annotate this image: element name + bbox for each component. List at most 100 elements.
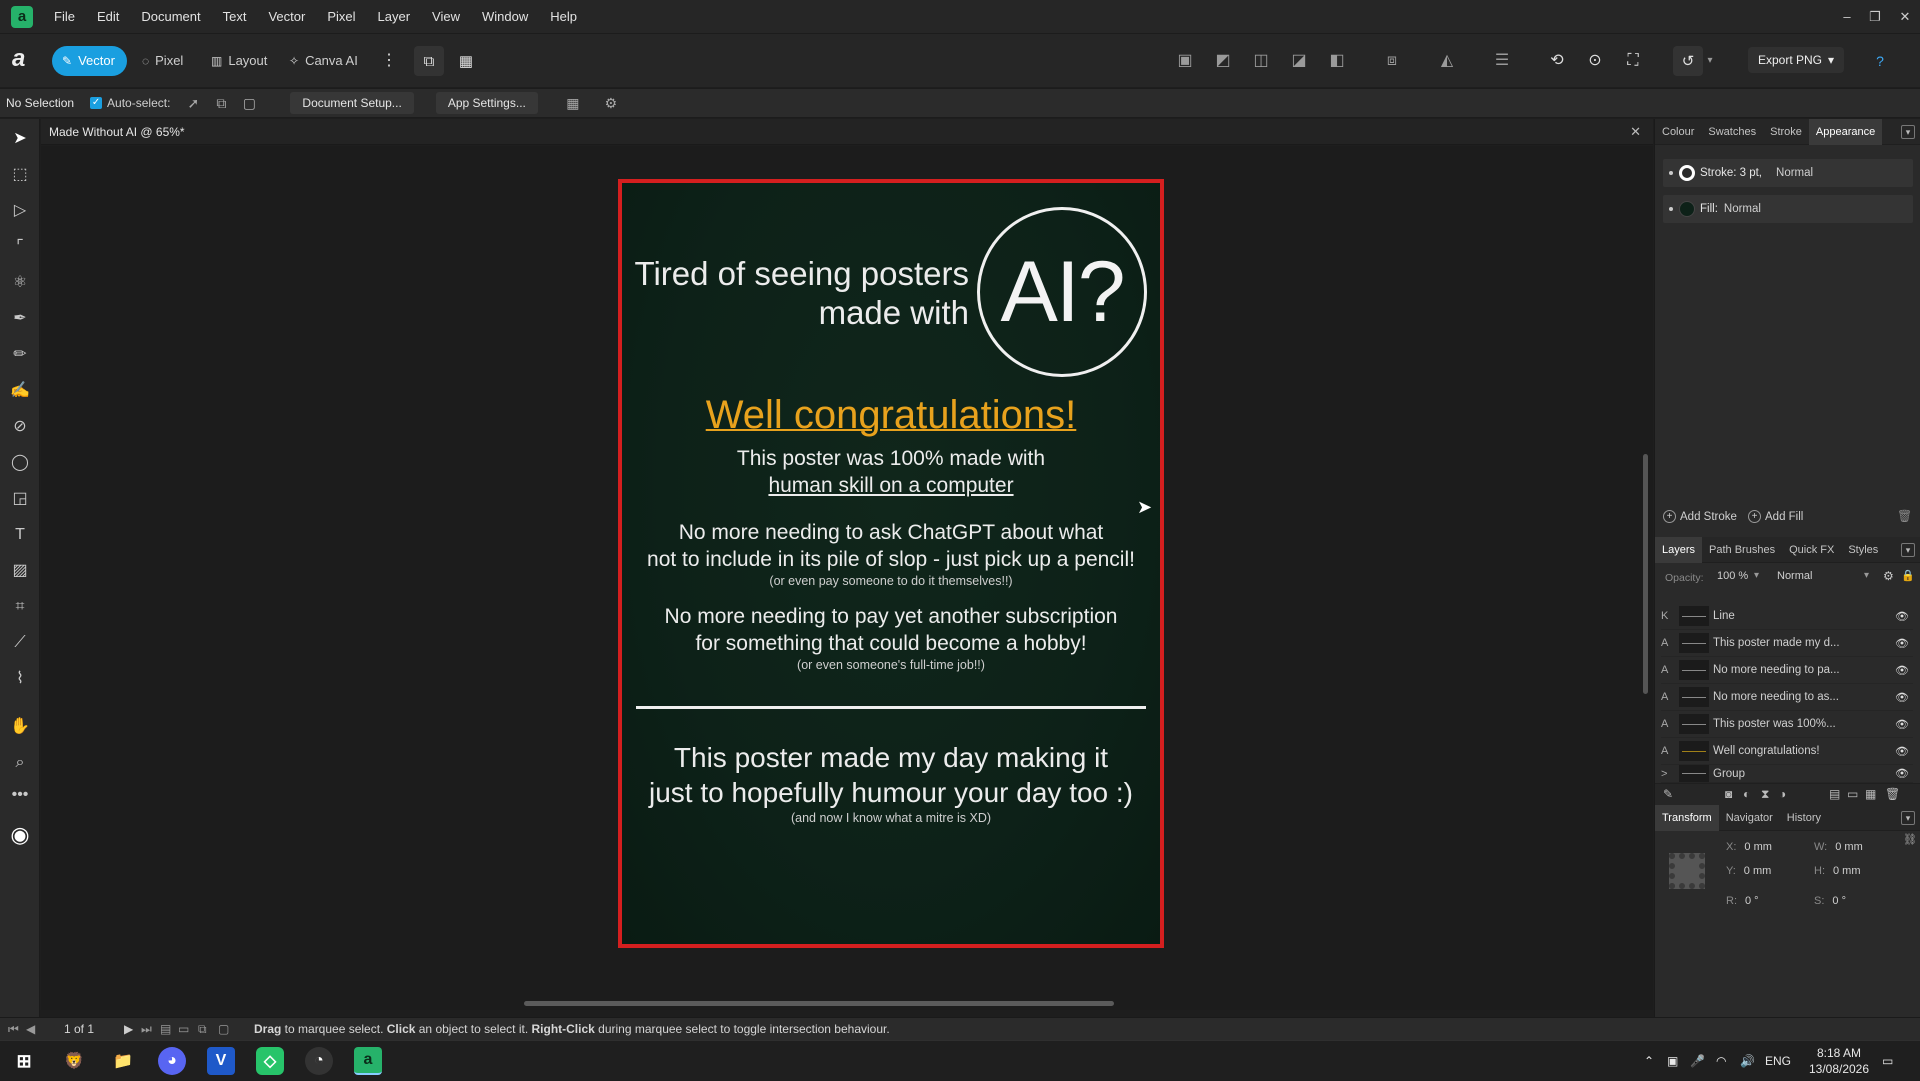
collapse-panel-icon[interactable]: ▾ — [1901, 811, 1915, 825]
persona-layout-button[interactable]: ▥ Layout — [201, 46, 279, 76]
layer-row[interactable]: K Line 👁 — [1661, 603, 1913, 630]
pen-tool-icon[interactable]: ✒ — [8, 307, 32, 331]
select-artboard-icon[interactable]: ▢ — [238, 92, 260, 114]
vector-brush-icon[interactable]: ✍ — [8, 379, 32, 403]
p4-line2[interactable]: just to hopefully humour your day too :) — [622, 777, 1160, 809]
p1-line2[interactable]: human skill on a computer — [622, 474, 1160, 498]
prev-page-icon[interactable]: ◀ — [26, 1018, 35, 1041]
layer-row[interactable]: > Group 👁 — [1661, 765, 1913, 783]
help-icon[interactable]: ? — [1868, 49, 1892, 73]
eye-icon[interactable]: 👁 — [1891, 745, 1913, 758]
notifications-icon[interactable]: ▭ — [1882, 1041, 1893, 1081]
layer-row[interactable]: A No more needing to as... 👁 — [1661, 684, 1913, 711]
pencil-tool-icon[interactable]: ✏ — [8, 343, 32, 367]
layer-row[interactable]: A No more needing to pa... 👁 — [1661, 657, 1913, 684]
blend-mode-select[interactable]: Normal — [1777, 570, 1812, 582]
language-indicator[interactable]: ENG — [1765, 1041, 1791, 1081]
assistant-button[interactable]: ↺ — [1673, 46, 1703, 76]
node-tool-icon[interactable]: ▷ — [8, 199, 32, 223]
wifi-icon[interactable]: ◠ — [1716, 1041, 1726, 1081]
anchor-point-selector[interactable] — [1669, 853, 1705, 889]
minimize-icon[interactable]: – — [1834, 0, 1860, 33]
p2-line2[interactable]: not to include in its pile of slop - jus… — [622, 548, 1160, 572]
layer-row[interactable]: A This poster made my d... 👁 — [1661, 630, 1913, 657]
shape-builder-icon[interactable]: ⚛ — [8, 271, 32, 295]
h-field[interactable]: H: 0 mm — [1814, 865, 1861, 877]
image-tool-icon[interactable]: ▨ — [8, 559, 32, 583]
close-document-icon[interactable]: ✕ — [1630, 119, 1641, 145]
select-arrow-icon[interactable]: ➚ — [182, 92, 204, 114]
opacity-value[interactable]: 100 % — [1717, 570, 1748, 582]
tab-transform[interactable]: Transform — [1655, 804, 1719, 831]
p3-line2[interactable]: for something that could become a hobby! — [622, 632, 1160, 656]
corner-tool-icon[interactable]: ⌜ — [8, 235, 32, 259]
h-value[interactable]: 0 mm — [1833, 865, 1861, 877]
snapping-icon[interactable]: ⊙ — [1583, 49, 1607, 73]
menu-file[interactable]: File — [43, 0, 86, 33]
mask-icon[interactable]: ◙ — [1725, 787, 1732, 801]
restore-icon[interactable]: ❐ — [1862, 0, 1888, 33]
p1-line1[interactable]: This poster was 100% made with — [622, 447, 1160, 471]
eyedropper-tool-icon[interactable]: ⌇ — [8, 667, 32, 691]
persona-vector-button[interactable]: ✎ Vector — [52, 46, 127, 76]
assistant-dropdown-icon[interactable]: ▾ — [1703, 49, 1717, 73]
artboard-tool-icon[interactable]: ⬚ — [8, 163, 32, 187]
fit-canvas-icon[interactable]: ⛶ — [1621, 49, 1645, 73]
affinity-taskbar-icon[interactable]: a — [354, 1047, 382, 1075]
menu-layer[interactable]: Layer — [367, 0, 422, 33]
tab-swatches[interactable]: Swatches — [1701, 119, 1763, 145]
more-tools-icon[interactable]: ••• — [8, 783, 32, 807]
clock[interactable]: 8:18 AM 13/08/2026 — [1806, 1045, 1872, 1077]
grid-icon[interactable]: ▦ — [1865, 787, 1876, 801]
boolean-intersect-icon[interactable]: ◫ — [1249, 49, 1273, 73]
menu-document[interactable]: Document — [130, 0, 211, 33]
crop-tool-icon[interactable]: ⌗ — [8, 595, 32, 619]
chevron-down-icon[interactable]: ▾ — [1754, 570, 1759, 581]
more-options-icon[interactable]: ⋮ — [377, 49, 401, 73]
move-tool-icon[interactable]: ➤ — [8, 127, 32, 151]
spread-icon[interactable]: ▭ — [178, 1018, 189, 1041]
microphone-icon[interactable]: 🎤 — [1690, 1041, 1705, 1081]
studio-grid-button[interactable]: ▦ — [451, 46, 481, 76]
collapse-panel-icon[interactable]: ▾ — [1901, 125, 1915, 139]
adjustment-icon[interactable]: ◐ — [1743, 787, 1750, 801]
vertical-scroll-thumb[interactable] — [1643, 454, 1648, 694]
page-icon[interactable]: ▤ — [160, 1018, 171, 1041]
tab-quick-fx[interactable]: Quick FX — [1782, 537, 1841, 563]
p2-line1[interactable]: No more needing to ask ChatGPT about wha… — [622, 521, 1160, 545]
tab-layers[interactable]: Layers — [1655, 536, 1703, 563]
s-field[interactable]: S: 0 ° — [1814, 895, 1846, 907]
r-field[interactable]: R: 0 ° — [1726, 895, 1759, 907]
discord-icon[interactable]: ◕ — [158, 1047, 186, 1075]
vertical-scrollbar[interactable] — [1638, 146, 1653, 996]
brave-browser-icon[interactable]: 🦁 — [60, 1047, 88, 1075]
s-value[interactable]: 0 ° — [1832, 895, 1846, 907]
fill-row[interactable]: Fill: Normal — [1663, 195, 1913, 223]
windows-start-icon[interactable]: ⊞ — [10, 1047, 38, 1075]
camera-icon[interactable]: ▣ — [1667, 1041, 1678, 1081]
tab-history[interactable]: History — [1780, 805, 1828, 831]
menu-pixel[interactable]: Pixel — [316, 0, 366, 33]
p3-line1[interactable]: No more needing to pay yet another subsc… — [622, 605, 1160, 629]
play-icon[interactable]: ▶ — [124, 1018, 133, 1041]
tab-stroke[interactable]: Stroke — [1763, 119, 1809, 145]
transform-object-icon[interactable]: ⟲ — [1545, 49, 1569, 73]
x-field[interactable]: X: 0 mm — [1726, 841, 1772, 853]
fill-tool-icon[interactable]: ⊘ — [8, 415, 32, 439]
document-tab-title[interactable]: Made Without AI @ 65%* — [49, 119, 185, 145]
menu-vector[interactable]: Vector — [257, 0, 316, 33]
y-field[interactable]: Y: 0 mm — [1726, 865, 1771, 877]
clock-app-icon[interactable]: ◔ — [305, 1047, 333, 1075]
w-field[interactable]: W: 0 mm — [1814, 841, 1863, 853]
boolean-divide-icon[interactable]: ◧ — [1325, 49, 1349, 73]
r-value[interactable]: 0 ° — [1745, 895, 1759, 907]
eye-icon[interactable]: 👁 — [1891, 610, 1913, 623]
text-tool-icon[interactable]: T — [8, 523, 32, 547]
w-value[interactable]: 0 mm — [1835, 841, 1863, 853]
copy-page-icon[interactable]: ⧉ — [198, 1018, 207, 1041]
document-view-button[interactable]: ⧉ — [414, 46, 444, 76]
filter-icon[interactable]: ⧗ — [1761, 787, 1769, 802]
poster-artboard[interactable]: Tired of seeing posters made with AI? We… — [618, 179, 1164, 948]
combine-icon[interactable]: ⧈ — [1380, 49, 1404, 73]
eye-icon[interactable]: 👁 — [1891, 664, 1913, 677]
